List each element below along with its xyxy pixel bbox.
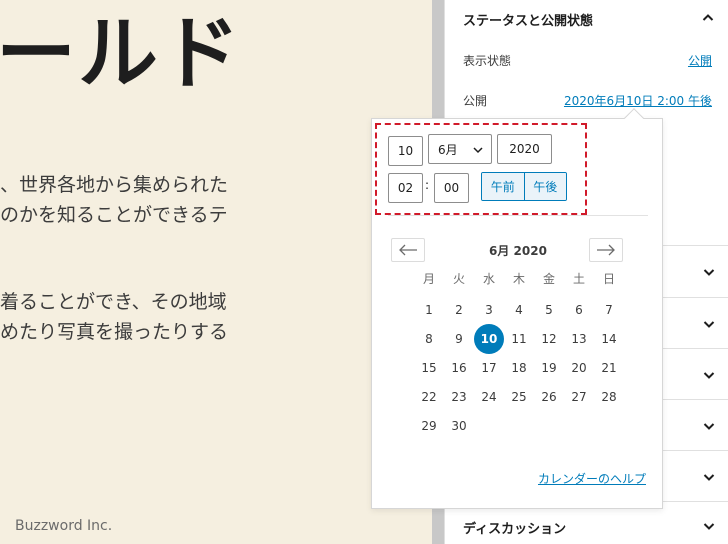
calendar-day-selected[interactable]: 10 bbox=[474, 324, 504, 354]
highlight-annotation bbox=[375, 123, 587, 215]
chevron-down-icon bbox=[703, 523, 715, 530]
chevron-down-icon bbox=[703, 423, 715, 430]
prev-month-button[interactable] bbox=[391, 238, 425, 262]
chevron-up-icon[interactable] bbox=[702, 12, 714, 24]
discussion-panel-title[interactable]: ディスカッション bbox=[463, 518, 566, 537]
paragraph-block-1[interactable]: 、世界各地から集められた のかを知ることができるテ bbox=[0, 170, 228, 230]
calendar-day[interactable]: 15 bbox=[414, 358, 444, 378]
arrow-left-icon bbox=[399, 244, 417, 256]
weekday-label: 木 bbox=[512, 272, 525, 286]
paragraph-line: 着ることができ、その地域 bbox=[0, 291, 227, 313]
calendar-day[interactable]: 26 bbox=[534, 387, 564, 407]
calendar-day[interactable]: 22 bbox=[414, 387, 444, 407]
weekday-label: 火 bbox=[452, 272, 465, 286]
weekday-label: 土 bbox=[572, 272, 585, 286]
arrow-right-icon bbox=[597, 244, 615, 256]
calendar-day[interactable]: 23 bbox=[444, 387, 474, 407]
calendar-day[interactable]: 16 bbox=[444, 358, 474, 378]
publish-date-link[interactable]: 2020年6月10日 2:00 午後 bbox=[564, 92, 712, 109]
weekday-label: 日 bbox=[602, 272, 615, 286]
calendar-day[interactable]: 17 bbox=[474, 358, 504, 378]
calendar-day[interactable]: 8 bbox=[414, 329, 444, 349]
calendar-day[interactable]: 5 bbox=[534, 300, 564, 320]
calendar-day[interactable]: 6 bbox=[564, 300, 594, 320]
calendar-day[interactable]: 9 bbox=[444, 329, 474, 349]
calendar-day[interactable]: 13 bbox=[564, 329, 594, 349]
popover-divider bbox=[388, 215, 648, 216]
calendar-help-link[interactable]: カレンダーのヘルプ bbox=[538, 470, 646, 487]
calendar-month-title: 6月 2020 bbox=[489, 244, 547, 258]
calendar-day[interactable]: 11 bbox=[504, 329, 534, 349]
weekday-label: 金 bbox=[542, 272, 555, 286]
calendar-day[interactable]: 27 bbox=[564, 387, 594, 407]
calendar-day[interactable]: 14 bbox=[594, 329, 624, 349]
visibility-toggle-link[interactable]: 公開 bbox=[688, 52, 712, 69]
status-panel-title[interactable]: ステータスと公開状態 bbox=[463, 10, 593, 29]
publish-label: 公開 bbox=[463, 94, 488, 108]
calendar-day[interactable]: 24 bbox=[474, 387, 504, 407]
calendar-day[interactable]: 2 bbox=[444, 300, 474, 320]
footer-brand: Buzzword Inc. bbox=[15, 518, 113, 534]
weekday-label: 月 bbox=[422, 272, 435, 286]
calendar-day[interactable]: 30 bbox=[444, 416, 474, 436]
paragraph-line: 、世界各地から集められた bbox=[0, 174, 229, 196]
calendar-day[interactable]: 25 bbox=[504, 387, 534, 407]
chevron-down-icon bbox=[703, 372, 715, 379]
paragraph-line: のかを知ることができるテ bbox=[0, 204, 228, 226]
calendar-day[interactable]: 29 bbox=[414, 416, 444, 436]
paragraph-line: めたり写真を撮ったりする bbox=[0, 321, 229, 343]
visibility-label: 表示状態 bbox=[463, 54, 512, 68]
calendar-day[interactable]: 7 bbox=[594, 300, 624, 320]
calendar-day[interactable]: 3 bbox=[474, 300, 504, 320]
calendar-day[interactable]: 4 bbox=[504, 300, 534, 320]
paragraph-block-2[interactable]: 着ることができ、その地域 めたり写真を撮ったりする bbox=[0, 287, 228, 347]
calendar-day[interactable]: 18 bbox=[504, 358, 534, 378]
calendar-day[interactable]: 21 bbox=[594, 358, 624, 378]
chevron-down-icon bbox=[703, 321, 715, 328]
calendar-day[interactable]: 1 bbox=[414, 300, 444, 320]
calendar-day[interactable]: 28 bbox=[594, 387, 624, 407]
calendar-day[interactable]: 12 bbox=[534, 329, 564, 349]
chevron-down-icon bbox=[703, 269, 715, 276]
chevron-down-icon bbox=[703, 474, 715, 481]
weekday-label: 水 bbox=[482, 272, 495, 286]
editor-canvas: ールド 、世界各地から集められた のかを知ることができるテ 着ることができ、その… bbox=[0, 0, 432, 544]
calendar-day[interactable]: 20 bbox=[564, 358, 594, 378]
page-heading[interactable]: ールド bbox=[0, 14, 242, 94]
next-month-button[interactable] bbox=[589, 238, 623, 262]
calendar-day[interactable]: 19 bbox=[534, 358, 564, 378]
